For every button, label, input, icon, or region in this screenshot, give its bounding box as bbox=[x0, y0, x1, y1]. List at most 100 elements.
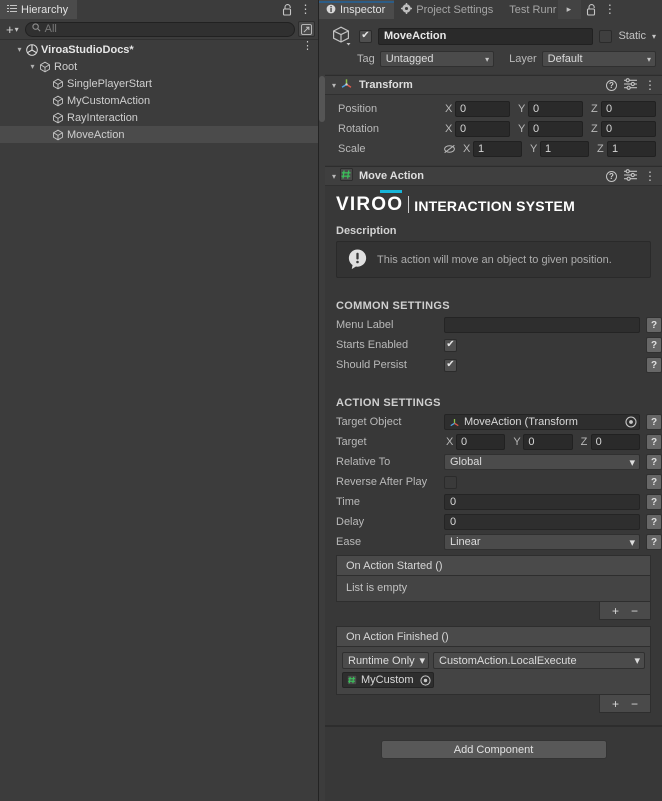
static-checkbox[interactable] bbox=[599, 29, 613, 43]
starts-enabled-checkbox[interactable]: ✔ bbox=[444, 338, 457, 352]
time-input[interactable]: 0 bbox=[444, 494, 640, 510]
target-z-input[interactable]: 0 bbox=[590, 434, 640, 450]
inspector-scrollbar[interactable] bbox=[319, 19, 325, 801]
remove-listener-button[interactable]: − bbox=[626, 698, 643, 710]
preset-icon[interactable] bbox=[624, 77, 637, 93]
tag-label: Tag bbox=[357, 53, 375, 65]
move-action-component: ▾ Move Action ? ⋮ VIROO INTERACTION SYST… bbox=[325, 166, 662, 725]
inspector-tab-icons-2: ⋮ bbox=[581, 0, 623, 19]
help-icon[interactable]: ? bbox=[606, 170, 617, 182]
target-object-field[interactable]: MoveAction (Transform bbox=[444, 414, 640, 430]
relative-to-dropdown[interactable]: Global ▾ bbox=[444, 454, 640, 470]
delay-input[interactable]: 0 bbox=[444, 514, 640, 530]
help-button[interactable]: ? bbox=[646, 454, 662, 470]
transform-rotation-x-input[interactable]: 0 bbox=[455, 121, 510, 137]
tab-test-runner[interactable]: Test Runr bbox=[502, 0, 559, 19]
help-button[interactable]: ? bbox=[646, 534, 662, 550]
transform-rotation-y-input[interactable]: 0 bbox=[528, 121, 583, 137]
listener-function-dropdown[interactable]: CustomAction.LocalExecute ▾ bbox=[433, 652, 645, 669]
hierarchy-row[interactable]: MyCustomAction bbox=[0, 92, 318, 109]
viroo-divider bbox=[408, 196, 410, 213]
should-persist-checkbox[interactable]: ✔ bbox=[444, 358, 457, 372]
twisty-icon[interactable]: ▾ bbox=[13, 45, 26, 54]
transform-header[interactable]: ▾ Transform ? ⋮ bbox=[325, 76, 662, 95]
transform-scale-y-input[interactable]: 1 bbox=[540, 141, 589, 157]
reverse-after-play-checkbox[interactable] bbox=[444, 475, 457, 489]
transform-scale-z-input[interactable]: 1 bbox=[607, 141, 656, 157]
inspector-menu-icon[interactable]: ⋮ bbox=[603, 3, 616, 16]
transform-rotation-z-input[interactable]: 0 bbox=[601, 121, 656, 137]
add-listener-button[interactable]: + bbox=[607, 698, 624, 710]
transform-axis-icon bbox=[340, 77, 353, 93]
hierarchy-row[interactable]: ▾ Root bbox=[0, 58, 318, 75]
tag-dropdown[interactable]: Untagged ▾ bbox=[379, 51, 495, 67]
object-picker-icon[interactable] bbox=[623, 415, 639, 429]
target-y-input[interactable]: 0 bbox=[523, 434, 573, 450]
axis-label-y: Y bbox=[518, 123, 526, 135]
transform-rotation-label: Rotation bbox=[338, 123, 379, 135]
help-button[interactable]: ? bbox=[646, 414, 662, 430]
lock-icon[interactable] bbox=[585, 3, 598, 16]
tab-hierarchy[interactable]: Hierarchy bbox=[0, 0, 78, 19]
help-button[interactable]: ? bbox=[646, 337, 662, 353]
help-button[interactable]: ? bbox=[646, 357, 662, 373]
layer-dropdown[interactable]: Default ▾ bbox=[541, 51, 656, 67]
hierarchy-menu-icon[interactable]: ⋮ bbox=[299, 3, 312, 16]
scale-lock-icon[interactable] bbox=[443, 143, 456, 155]
hierarchy-tree[interactable]: ▾ ViroaStudioDocs* ⋮ ▾ Root SinglePlayerStart… bbox=[0, 40, 318, 801]
gameobject-cube-icon bbox=[39, 61, 51, 73]
hierarchy-row-label: RayInteraction bbox=[67, 111, 138, 124]
add-component-button[interactable]: Add Component bbox=[380, 740, 607, 759]
hierarchy-row[interactable]: RayInteraction bbox=[0, 109, 318, 126]
listener-mode-dropdown[interactable]: Runtime Only ▾ bbox=[342, 652, 429, 669]
hierarchy-tabbar: Hierarchy ⋮ bbox=[0, 0, 318, 19]
viroo-wordmark-text: VIROO bbox=[336, 194, 404, 215]
help-button[interactable]: ? bbox=[646, 474, 662, 490]
twisty-icon[interactable]: ▾ bbox=[26, 62, 39, 71]
help-icon[interactable]: ? bbox=[606, 79, 617, 91]
help-button[interactable]: ? bbox=[646, 317, 662, 333]
transform-scale-x-input[interactable]: 1 bbox=[473, 141, 522, 157]
target-x-input[interactable]: 0 bbox=[456, 434, 506, 450]
transform-position-y-input[interactable]: 0 bbox=[528, 101, 583, 117]
lock-icon[interactable] bbox=[281, 3, 294, 16]
help-button[interactable]: ? bbox=[646, 434, 662, 450]
object-picker-icon[interactable] bbox=[419, 674, 431, 686]
preset-icon[interactable] bbox=[624, 168, 637, 184]
axis-label-x: X bbox=[445, 103, 453, 115]
tab-inspector[interactable]: Inspector bbox=[319, 0, 395, 19]
inspector-scrollbar-thumb[interactable] bbox=[319, 76, 325, 122]
gameobject-name-input[interactable]: MoveAction bbox=[378, 27, 594, 45]
starts-enabled-name: Starts Enabled bbox=[336, 339, 409, 351]
help-button[interactable]: ? bbox=[646, 514, 662, 530]
static-chevron-down-icon[interactable]: ▾ bbox=[652, 32, 656, 41]
move-action-twisty-icon[interactable]: ▾ bbox=[329, 172, 339, 181]
listener-object-field[interactable]: MyCustom bbox=[342, 672, 434, 688]
hierarchy-row[interactable]: SinglePlayerStart bbox=[0, 75, 318, 92]
add-listener-button[interactable]: + bbox=[607, 605, 624, 617]
inspector-content: ✔ MoveAction Static ▾ Tag Untagged ▾ Lay… bbox=[319, 19, 662, 801]
on-action-finished-title: On Action Finished () bbox=[336, 626, 651, 646]
tab-project-settings[interactable]: Project Settings bbox=[394, 0, 503, 19]
transform-position-x-input[interactable]: 0 bbox=[455, 101, 510, 117]
transform-position-z-input[interactable]: 0 bbox=[601, 101, 656, 117]
hierarchy-row-menu-icon[interactable]: ⋮ bbox=[302, 41, 313, 52]
tab-overflow-icon[interactable]: ▸ bbox=[562, 3, 575, 16]
menu-label-input[interactable] bbox=[444, 317, 640, 333]
gameobject-enabled-checkbox[interactable]: ✔ bbox=[359, 29, 372, 43]
hierarchy-row[interactable]: MoveAction bbox=[0, 126, 318, 143]
remove-listener-button[interactable]: − bbox=[626, 605, 643, 617]
open-in-window-icon[interactable] bbox=[298, 21, 315, 37]
axis-label-y: Y bbox=[513, 436, 521, 448]
axis-label-z: Z bbox=[580, 436, 588, 448]
transform-twisty-icon[interactable]: ▾ bbox=[329, 81, 339, 90]
hierarchy-row[interactable]: ▾ ViroaStudioDocs* ⋮ bbox=[0, 41, 318, 58]
help-button[interactable]: ? bbox=[646, 494, 662, 510]
move-action-menu-icon[interactable]: ⋮ bbox=[644, 170, 656, 182]
tag-value: Untagged bbox=[385, 53, 434, 65]
hierarchy-search-input[interactable]: All bbox=[24, 21, 295, 37]
create-object-button[interactable]: + ▾ bbox=[3, 21, 22, 37]
ease-dropdown[interactable]: Linear ▾ bbox=[444, 534, 640, 550]
transform-menu-icon[interactable]: ⋮ bbox=[644, 79, 656, 91]
move-action-header[interactable]: ▾ Move Action ? ⋮ bbox=[325, 167, 662, 186]
